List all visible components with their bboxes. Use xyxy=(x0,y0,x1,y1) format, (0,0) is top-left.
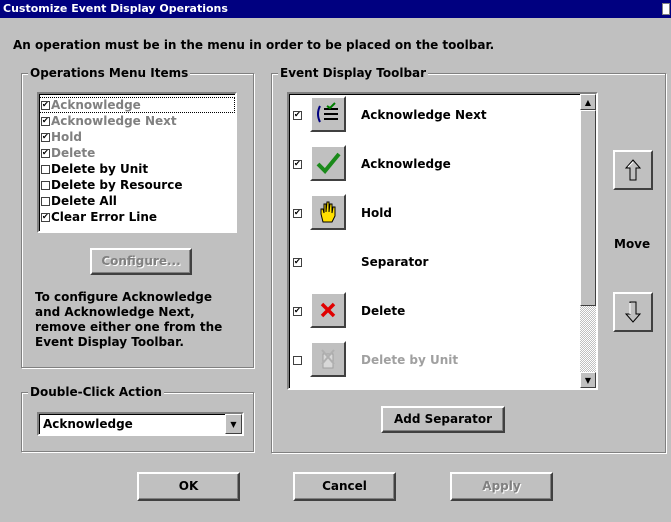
list-item[interactable]: Delete xyxy=(39,145,235,161)
toolbar-row-checkbox[interactable] xyxy=(293,307,302,316)
apply-button-label: Apply xyxy=(482,479,521,493)
note-line: and Acknowledge Next, xyxy=(35,305,195,319)
hand-icon[interactable] xyxy=(310,194,346,230)
toolbar-row[interactable]: Delete by Unit xyxy=(293,341,583,381)
list-item-label: Delete xyxy=(51,146,96,160)
checkbox[interactable] xyxy=(41,117,50,126)
toolbar-list-scrollbar[interactable]: ▲ ▼ xyxy=(580,94,596,388)
operations-menu-title: Operations Menu Items xyxy=(28,66,191,80)
note-line: Event Display Toolbar. xyxy=(35,335,184,349)
toolbar-row-checkbox[interactable] xyxy=(293,356,302,365)
event-toolbar-title: Event Display Toolbar xyxy=(278,66,429,80)
checkmark-icon[interactable] xyxy=(310,145,346,181)
list-item[interactable]: Delete All xyxy=(39,193,235,209)
toolbar-row-checkbox[interactable] xyxy=(293,258,302,267)
chevron-down-icon: ▼ xyxy=(584,375,592,385)
checkbox[interactable] xyxy=(41,101,50,110)
delete-by-unit-icon[interactable] xyxy=(310,341,346,377)
arrow-down-icon xyxy=(625,301,641,323)
toolbar-items-list[interactable]: Acknowledge Next Acknowledge Hold Separator… xyxy=(287,92,598,390)
toolbar-row-label: Delete xyxy=(361,304,406,318)
toolbar-row[interactable]: Acknowledge xyxy=(293,145,583,185)
toolbar-row-label: Acknowledge Next xyxy=(361,108,487,122)
toolbar-row[interactable]: Hold xyxy=(293,194,583,234)
toolbar-row-label: Acknowledge xyxy=(361,157,451,171)
toolbar-row-label: Separator xyxy=(361,255,429,269)
chevron-down-icon: ▼ xyxy=(230,419,237,429)
scroll-thumb[interactable] xyxy=(580,110,596,306)
move-down-button[interactable] xyxy=(613,292,653,332)
chevron-up-icon: ▲ xyxy=(584,97,592,107)
double-click-title: Double-Click Action xyxy=(28,385,164,399)
add-separator-button[interactable]: Add Separator xyxy=(381,406,505,433)
cancel-button-label: Cancel xyxy=(322,479,367,493)
title-bar: Customize Event Display Operations xyxy=(0,0,671,18)
scroll-up-button[interactable]: ▲ xyxy=(580,94,596,110)
move-up-button[interactable] xyxy=(613,150,653,190)
red-x-icon[interactable] xyxy=(310,292,346,328)
double-click-value: Acknowledge xyxy=(43,417,133,431)
list-item[interactable]: Acknowledge xyxy=(39,97,235,113)
toolbar-row-label: Delete by Unit xyxy=(361,353,459,367)
acknowledge-next-icon[interactable] xyxy=(310,96,346,132)
toolbar-row-label: Hold xyxy=(361,206,392,220)
intro-text: An operation must be in the menu in orde… xyxy=(13,38,495,52)
cancel-button[interactable]: Cancel xyxy=(293,472,396,501)
list-item-label: Clear Error Line xyxy=(51,210,158,224)
apply-button: Apply xyxy=(450,472,553,501)
toolbar-row[interactable]: Acknowledge Next xyxy=(293,96,583,136)
configure-button-label: Configure... xyxy=(101,254,181,268)
ok-button-label: OK xyxy=(178,479,199,493)
checkbox[interactable] xyxy=(41,165,50,174)
double-click-select[interactable]: Acknowledge ▼ xyxy=(37,412,244,436)
toolbar-row-checkbox[interactable] xyxy=(293,209,302,218)
list-item-label: Delete by Unit xyxy=(51,162,149,176)
list-item[interactable]: Delete by Unit xyxy=(39,161,235,177)
toolbar-row-checkbox[interactable] xyxy=(293,111,302,120)
add-separator-label: Add Separator xyxy=(393,412,493,426)
checkbox[interactable] xyxy=(41,197,50,206)
note-line: To configure Acknowledge xyxy=(35,290,212,304)
dialog-window: Customize Event Display Operations An op… xyxy=(0,0,671,522)
toolbar-row[interactable]: Delete xyxy=(293,292,583,332)
toolbar-row-checkbox[interactable] xyxy=(293,160,302,169)
scroll-down-button[interactable]: ▼ xyxy=(580,372,596,388)
list-item[interactable]: Acknowledge Next xyxy=(39,113,235,129)
checkbox[interactable] xyxy=(41,133,50,142)
list-item[interactable]: Clear Error Line xyxy=(39,209,235,225)
configure-note: To configure Acknowledge and Acknowledge… xyxy=(35,290,222,350)
window-title: Customize Event Display Operations xyxy=(3,2,228,15)
arrow-up-icon xyxy=(625,159,641,181)
operations-menu-list[interactable]: Acknowledge Acknowledge Next Hold Delete Del… xyxy=(37,92,237,233)
dropdown-arrow-button[interactable]: ▼ xyxy=(225,414,242,434)
checkbox[interactable] xyxy=(41,149,50,158)
configure-button: Configure... xyxy=(90,248,192,275)
checkbox[interactable] xyxy=(41,213,50,222)
list-item-label: Delete All xyxy=(51,194,117,208)
list-item-label: Hold xyxy=(51,130,82,144)
list-item[interactable]: Delete by Resource xyxy=(39,177,235,193)
checkbox[interactable] xyxy=(41,181,50,190)
list-item-label: Acknowledge xyxy=(51,98,141,112)
title-bar-control[interactable] xyxy=(662,3,670,15)
ok-button[interactable]: OK xyxy=(137,472,240,501)
toolbar-row[interactable]: Separator xyxy=(293,243,583,283)
list-item-label: Acknowledge Next xyxy=(51,114,177,128)
list-item[interactable]: Hold xyxy=(39,129,235,145)
move-label: Move xyxy=(614,237,651,251)
note-line: remove either one from the xyxy=(35,320,223,334)
list-item-label: Delete by Resource xyxy=(51,178,183,192)
